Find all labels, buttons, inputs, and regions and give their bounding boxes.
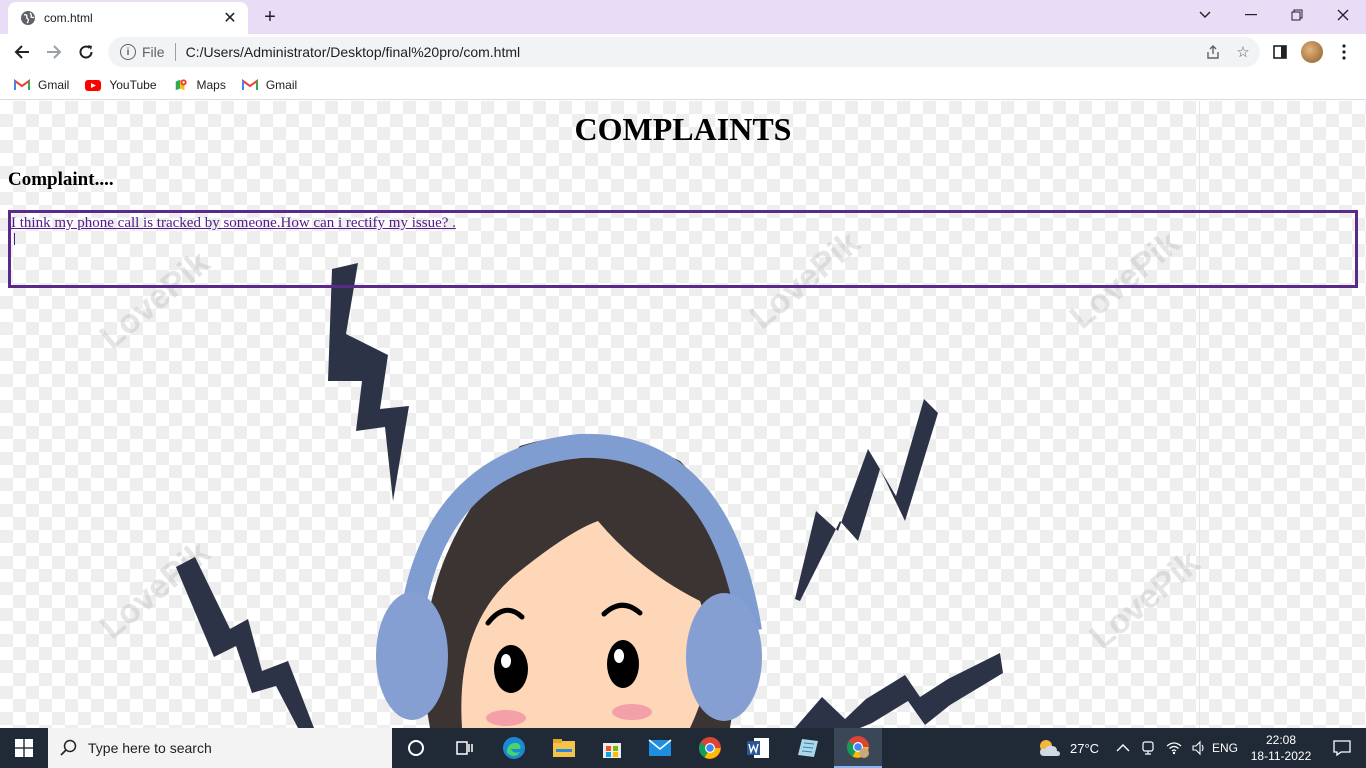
page-title: COMPLAINTS	[574, 111, 792, 147]
close-icon	[1337, 9, 1349, 21]
lightning-bolt-icon	[176, 557, 314, 728]
search-placeholder: Type here to search	[88, 740, 212, 756]
minimize-icon	[1245, 14, 1257, 16]
headphones-girl-illustration	[176, 263, 1003, 728]
tab-title: com.html	[44, 11, 93, 25]
word-icon	[747, 738, 769, 758]
clock-time: 22:08	[1265, 733, 1297, 747]
back-button[interactable]	[8, 38, 36, 66]
cortana-button[interactable]	[392, 728, 440, 768]
avatar	[1301, 41, 1323, 63]
scheme-label: File	[142, 44, 165, 60]
weather-temp: 27°C	[1070, 740, 1100, 756]
info-icon[interactable]: i	[120, 44, 136, 60]
arrow-right-icon	[47, 45, 62, 59]
restore-icon	[1291, 9, 1303, 21]
chrome-icon	[847, 736, 869, 758]
word-button[interactable]	[734, 728, 782, 768]
arrow-left-icon	[14, 45, 29, 59]
bookmark-youtube[interactable]: YouTube	[85, 77, 157, 92]
restore-button[interactable]	[1274, 0, 1320, 30]
search-icon	[60, 739, 77, 756]
speaker-icon[interactable]	[1192, 740, 1206, 756]
gmail-icon	[14, 78, 30, 90]
bookmark-label: YouTube	[109, 77, 157, 92]
tab-search-button[interactable]	[1182, 0, 1228, 30]
language-label: ENG	[1212, 741, 1239, 755]
globe-icon	[21, 11, 35, 25]
app-button[interactable]	[784, 728, 832, 768]
notification-button[interactable]	[1318, 728, 1366, 768]
omnibox-divider	[174, 43, 176, 61]
store-icon	[603, 743, 621, 758]
taskbar-search[interactable]: Type here to search	[48, 728, 392, 768]
edge-icon	[503, 737, 525, 759]
lightning-bolt-icon	[795, 653, 1003, 728]
lightning-bolt-icon	[328, 263, 409, 501]
cortana-icon	[408, 740, 424, 756]
page-content: LovePik LovePik LovePik LovePik LovePik …	[0, 101, 1366, 728]
bookmark-gmail-2[interactable]: Gmail	[241, 77, 298, 92]
store-button[interactable]	[588, 728, 636, 768]
mail-icon	[648, 739, 672, 756]
url-text[interactable]: C:/Users/Administrator/Desktop/final%20p…	[186, 44, 1200, 60]
forward-button[interactable]	[40, 38, 68, 66]
reload-button[interactable]	[72, 38, 100, 66]
notepad-icon	[798, 739, 818, 757]
task-view-button[interactable]	[440, 728, 488, 768]
browser-tab[interactable]: com.html ✕	[8, 2, 248, 34]
share-icon[interactable]	[1200, 39, 1226, 65]
bookmark-maps[interactable]: Maps	[173, 78, 226, 92]
notification-icon	[1333, 740, 1351, 756]
bookmark-label: Gmail	[38, 77, 70, 92]
language-indicator[interactable]: ENG	[1212, 728, 1238, 768]
folder-icon	[553, 739, 575, 757]
wifi-icon[interactable]	[1166, 741, 1182, 755]
chrome-button[interactable]	[686, 728, 734, 768]
youtube-icon	[85, 79, 102, 91]
gmail-icon	[241, 78, 258, 90]
clock[interactable]: 22:08 18-11-2022	[1246, 728, 1316, 768]
browser-toolbar: i File C:/Users/Administrator/Desktop/fi…	[0, 34, 1366, 70]
file-explorer-button[interactable]	[540, 728, 588, 768]
address-bar[interactable]: i File C:/Users/Administrator/Desktop/fi…	[108, 37, 1260, 67]
text-cursor	[14, 233, 15, 245]
task-view-icon	[456, 741, 473, 755]
bookmark-label: Maps	[196, 77, 226, 92]
close-window-button[interactable]	[1320, 0, 1366, 30]
mail-button[interactable]	[636, 728, 684, 768]
bookmarks-bar: Gmail YouTube Maps Gmail	[0, 70, 1366, 100]
clock-date: 18-11-2022	[1250, 749, 1312, 763]
bookmark-gmail[interactable]: Gmail	[14, 78, 69, 92]
chevron-down-icon	[1199, 11, 1211, 18]
lightning-bolt-icon	[795, 399, 938, 601]
complaint-heading: Complaint....	[8, 169, 114, 190]
side-panel-icon	[1273, 45, 1287, 59]
profile-button[interactable]	[1298, 38, 1326, 66]
chrome-icon	[699, 737, 721, 759]
tab-strip: com.html ✕ +	[0, 0, 1366, 34]
edge-button[interactable]	[490, 728, 538, 768]
menu-button[interactable]	[1330, 38, 1358, 66]
meet-now-icon[interactable]	[1140, 740, 1156, 756]
complaint-box: I think my phone call is tracked by some…	[8, 210, 1358, 288]
chevron-up-icon[interactable]	[1116, 743, 1130, 753]
maps-icon	[175, 78, 187, 90]
close-tab-icon[interactable]: ✕	[218, 6, 242, 30]
start-button[interactable]	[0, 728, 48, 768]
windows-icon	[15, 739, 33, 757]
bookmark-star-icon[interactable]: ☆	[1230, 39, 1256, 65]
bookmark-label: Gmail	[265, 77, 298, 92]
taskbar: Type here to search 27°C ENG 22:08 18-11…	[0, 728, 1366, 768]
system-tray	[1114, 728, 1206, 768]
side-panel-button[interactable]	[1266, 38, 1294, 66]
minimize-button[interactable]	[1228, 0, 1274, 30]
new-tab-button[interactable]: +	[258, 5, 282, 29]
more-vertical-icon	[1342, 44, 1346, 60]
complaint-link[interactable]: I think my phone call is tracked by some…	[11, 215, 1355, 232]
weather-icon	[1040, 740, 1060, 756]
reload-icon	[79, 45, 93, 59]
chrome-active-button[interactable]	[834, 728, 882, 768]
weather-widget[interactable]: 27°C	[1036, 728, 1099, 768]
